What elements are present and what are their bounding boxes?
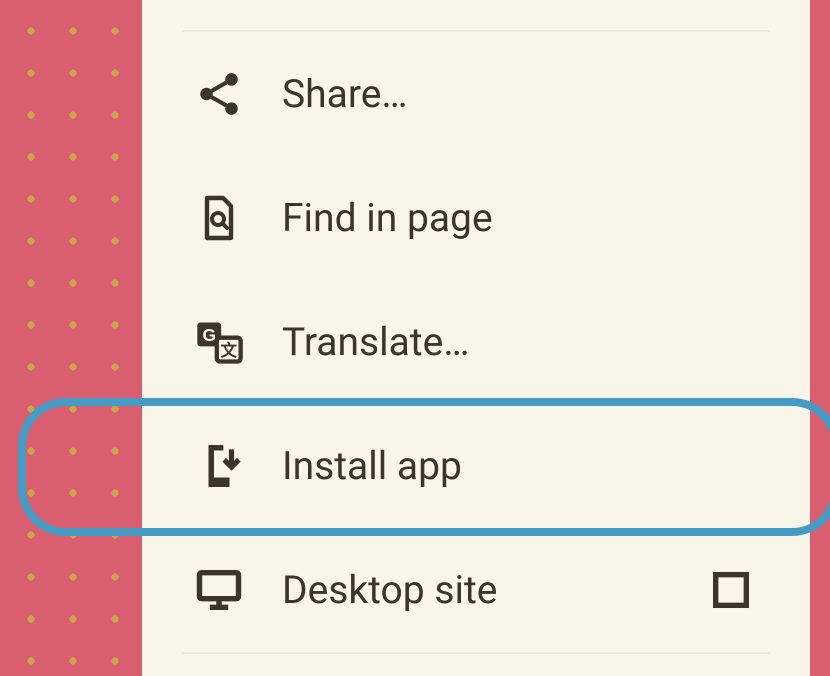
menu-item-label: Install app <box>282 443 810 489</box>
menu-item-label: Share… <box>282 71 810 117</box>
menu-item-translate[interactable]: G 文 Translate… <box>142 280 810 404</box>
menu-item-install-app[interactable]: Install app <box>142 404 810 528</box>
desktop-site-checkbox[interactable] <box>708 567 754 613</box>
svg-text:文: 文 <box>221 341 238 360</box>
menu-item-share[interactable]: Share… <box>142 32 810 156</box>
menu-item-label: Find in page <box>282 195 810 241</box>
menu-item-label: Translate… <box>282 319 810 365</box>
desktop-icon <box>190 564 248 616</box>
find-in-page-icon <box>190 194 248 242</box>
overflow-menu-panel: Share… Find in page G 文 Tra <box>142 0 810 676</box>
menu-item-desktop-site[interactable]: Desktop site <box>142 528 810 652</box>
install-app-icon <box>190 441 248 491</box>
svg-text:G: G <box>203 325 216 345</box>
share-icon <box>190 69 248 119</box>
translate-icon: G 文 <box>190 316 248 368</box>
right-edge-background <box>810 0 830 676</box>
menu-item-label: Desktop site <box>282 567 708 613</box>
menu-divider-bottom <box>182 652 770 654</box>
menu-list: Share… Find in page G 文 Tra <box>142 32 810 652</box>
dotted-background <box>0 0 142 676</box>
menu-item-find-in-page[interactable]: Find in page <box>142 156 810 280</box>
